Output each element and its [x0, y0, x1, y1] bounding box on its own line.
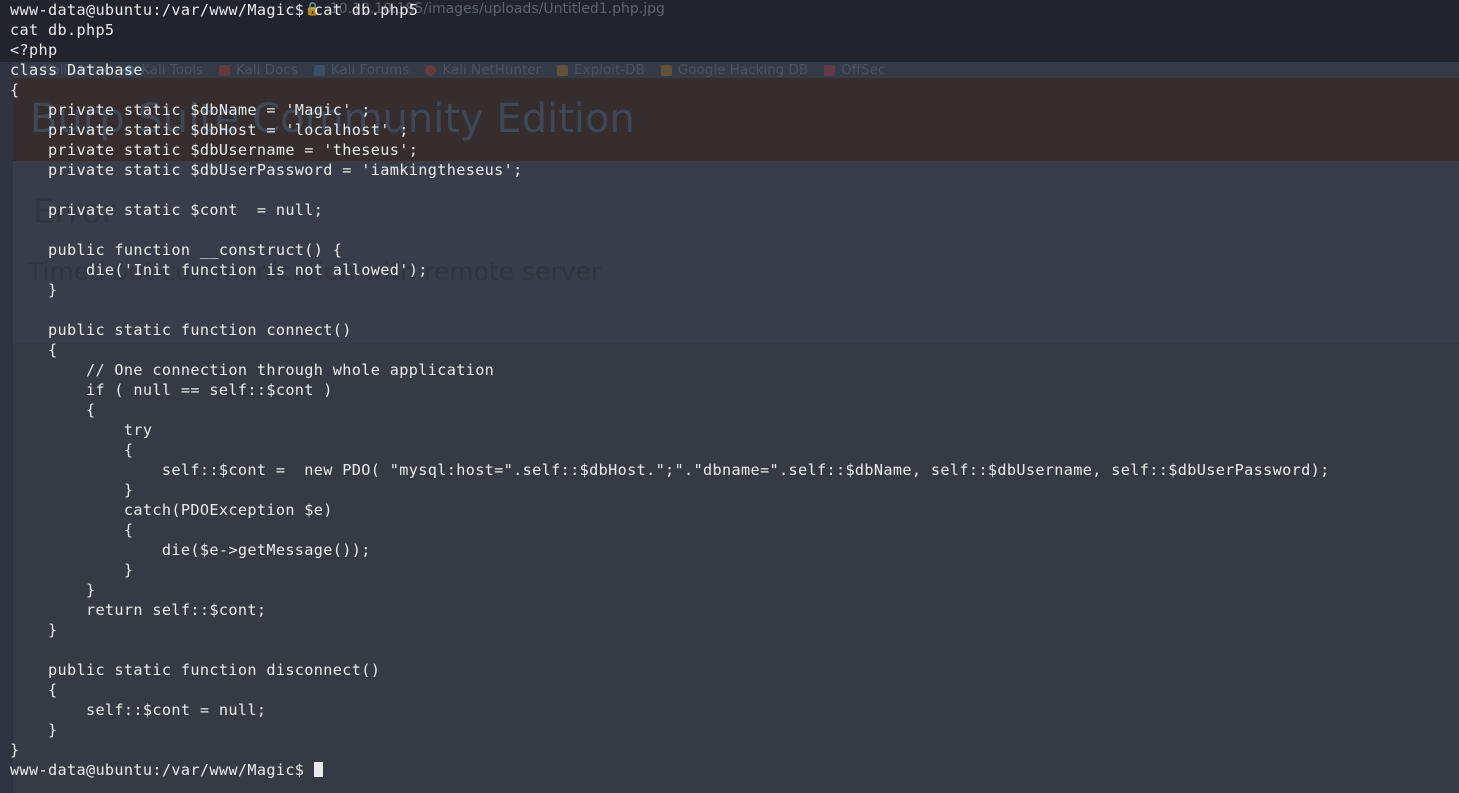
- terminal-output: www-data@ubuntu:/var/www/Magic$ cat db.p…: [10, 0, 1459, 780]
- terminal-line: }: [10, 721, 58, 739]
- terminal-line: }: [10, 561, 134, 579]
- terminal-window[interactable]: www-data@ubuntu:/var/www/Magic$ cat db.p…: [0, 0, 1459, 793]
- terminal-line: }: [10, 741, 20, 759]
- terminal-line: return self::$cont;: [10, 601, 267, 619]
- terminal-line: die($e->getMessage());: [10, 541, 371, 559]
- terminal-line: {: [10, 681, 58, 699]
- terminal-line: {: [10, 521, 134, 539]
- terminal-cursor: [313, 762, 323, 777]
- terminal-line: catch(PDOException $e): [10, 501, 333, 519]
- terminal-line: {: [10, 401, 96, 419]
- terminal-line: public static function disconnect(): [10, 661, 381, 679]
- terminal-line: }: [10, 581, 96, 599]
- terminal-line: private static $dbUsername = 'theseus';: [10, 141, 419, 159]
- terminal-line: }: [10, 281, 58, 299]
- terminal-line: if ( null == self::$cont ): [10, 381, 333, 399]
- terminal-line: {: [10, 81, 20, 99]
- terminal-line: private static $cont = null;: [10, 201, 324, 219]
- terminal-line: die('Init function is not allowed');: [10, 261, 428, 279]
- terminal-line: public function __construct() {: [10, 241, 343, 259]
- terminal-line: {: [10, 341, 58, 359]
- terminal-line: private static $dbName = 'Magic' ;: [10, 101, 371, 119]
- terminal-line: public static function connect(): [10, 321, 352, 339]
- terminal-line: }: [10, 621, 58, 639]
- terminal-line: private static $dbUserPassword = 'iamkin…: [10, 161, 523, 179]
- terminal-line: cat db.php5: [10, 21, 115, 39]
- terminal-line: try: [10, 421, 153, 439]
- terminal-line: private static $dbHost = 'localhost' ;: [10, 121, 409, 139]
- terminal-line: }: [10, 481, 134, 499]
- terminal-line: <?php: [10, 41, 58, 59]
- terminal-line: www-data@ubuntu:/var/www/Magic$ cat db.p…: [10, 1, 419, 19]
- terminal-line: class Database: [10, 61, 143, 79]
- terminal-line: www-data@ubuntu:/var/www/Magic$: [10, 760, 1459, 780]
- terminal-line: self::$cont = null;: [10, 701, 267, 719]
- terminal-line: self::$cont = new PDO( "mysql:host=".sel…: [10, 461, 1330, 479]
- terminal-line: {: [10, 441, 134, 459]
- terminal-line: // One connection through whole applicat…: [10, 361, 495, 379]
- screen-root: ☉ 🔒 10.10.10.185/images/uploads/Untitled…: [0, 0, 1459, 793]
